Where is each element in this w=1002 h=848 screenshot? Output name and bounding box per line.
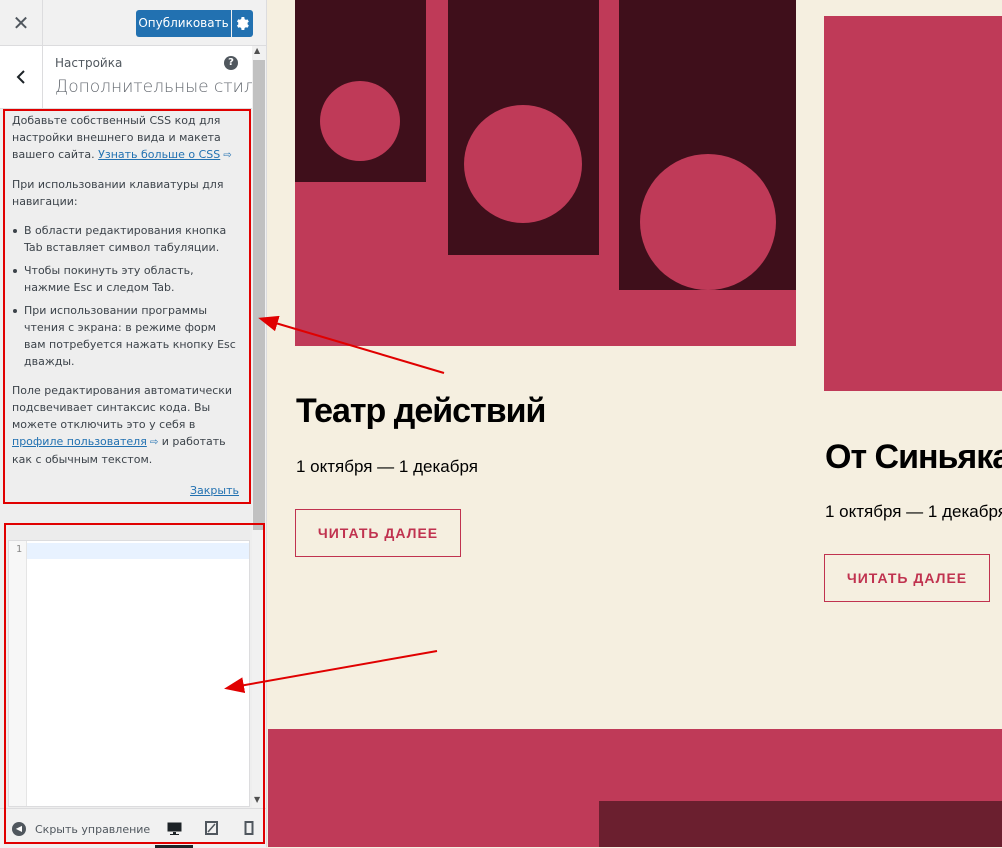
site-preview[interactable]: Театр действий 1 октября — 1 декабря ЧИТ… [268,0,1002,847]
card-title[interactable]: Театр действий [296,392,546,431]
read-more-button[interactable]: ЧИТАТЬ ДАЛЕЕ [824,554,990,602]
help-icon[interactable]: ? [224,56,238,70]
publish-button[interactable]: Опубликовать [136,10,231,37]
card-date: 1 октября — 1 декабря [825,502,1002,521]
gear-icon[interactable] [232,10,253,37]
scroll-up-icon[interactable]: ▲ [254,46,260,55]
scrollbar-thumb[interactable] [253,60,265,530]
section-title: Дополнительные стили [55,77,266,97]
card-image-2[interactable] [824,16,1002,391]
customizer-header: ✕ Опубликовать [0,0,266,46]
breadcrumb: Настройка [55,56,123,70]
back-button[interactable] [0,46,43,108]
chevron-left-icon [16,70,25,84]
annotation-box-editor [4,523,265,844]
customizer-sidebar: ✕ Опубликовать Настройка Дополнительные … [0,0,267,848]
close-icon[interactable]: ✕ [0,0,43,45]
card-title[interactable]: От Синьяка [825,438,1002,477]
section-header: Настройка Дополнительные стили ? [0,46,266,109]
read-more-button[interactable]: ЧИТАТЬ ДАЛЕЕ [295,509,461,557]
annotation-box-description [3,109,251,504]
card-date: 1 октября — 1 декабря [296,457,478,476]
